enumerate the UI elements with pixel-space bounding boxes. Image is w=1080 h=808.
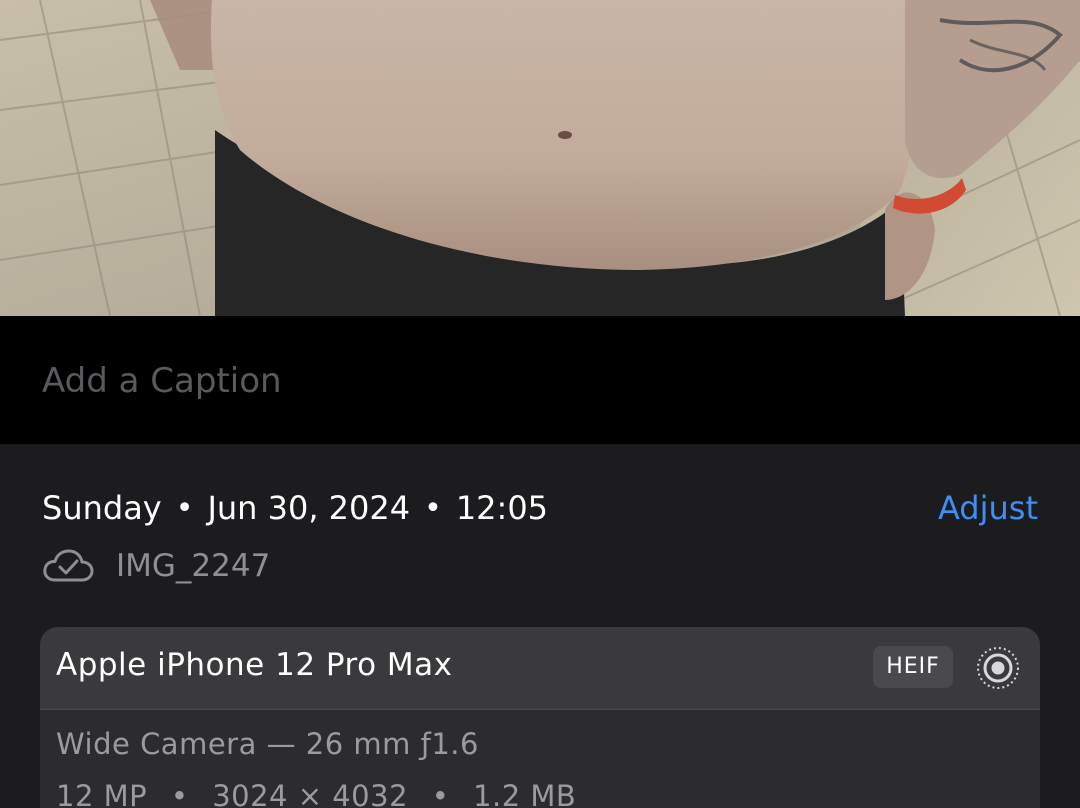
photo-preview[interactable] <box>0 0 1080 316</box>
resolution-label: 3024 × 4032 <box>212 779 409 808</box>
megapixels-label: 12 MP <box>56 779 148 808</box>
camera-details-card: Apple iPhone 12 Pro Max HEIF Wide Camera… <box>40 627 1040 808</box>
adjust-button[interactable]: Adjust <box>938 486 1038 530</box>
spec-separator: • <box>431 779 450 808</box>
caption-input[interactable] <box>42 356 1032 406</box>
date-label: Jun 30, 2024 <box>207 489 411 527</box>
live-photo-icon[interactable] <box>975 645 1021 691</box>
filename-label: IMG_2247 <box>116 548 271 584</box>
day-label: Sunday <box>42 489 162 527</box>
lens-info: Wide Camera — 26 mm ƒ1.6 <box>56 727 479 761</box>
photo-info-screen: Sunday • Jun 30, 2024 • 12:05 Adjust IMG… <box>0 0 1080 808</box>
file-size-label: 1.2 MB <box>473 779 577 808</box>
date-time-line: Sunday • Jun 30, 2024 • 12:05 <box>42 486 548 530</box>
camera-model-label: Apple iPhone 12 Pro Max <box>56 647 453 683</box>
format-badge: HEIF <box>873 646 953 688</box>
time-separator: • <box>424 490 442 526</box>
image-specs-line: 12 MP • 3024 × 4032 • 1.2 MB <box>56 779 576 808</box>
date-separator: • <box>175 490 194 526</box>
file-info-line: IMG_2247 <box>42 544 270 588</box>
camera-card-divider <box>40 709 1040 710</box>
time-label: 12:05 <box>455 489 549 527</box>
icloud-checkmark-icon <box>42 548 94 584</box>
spec-separator: • <box>170 779 189 808</box>
